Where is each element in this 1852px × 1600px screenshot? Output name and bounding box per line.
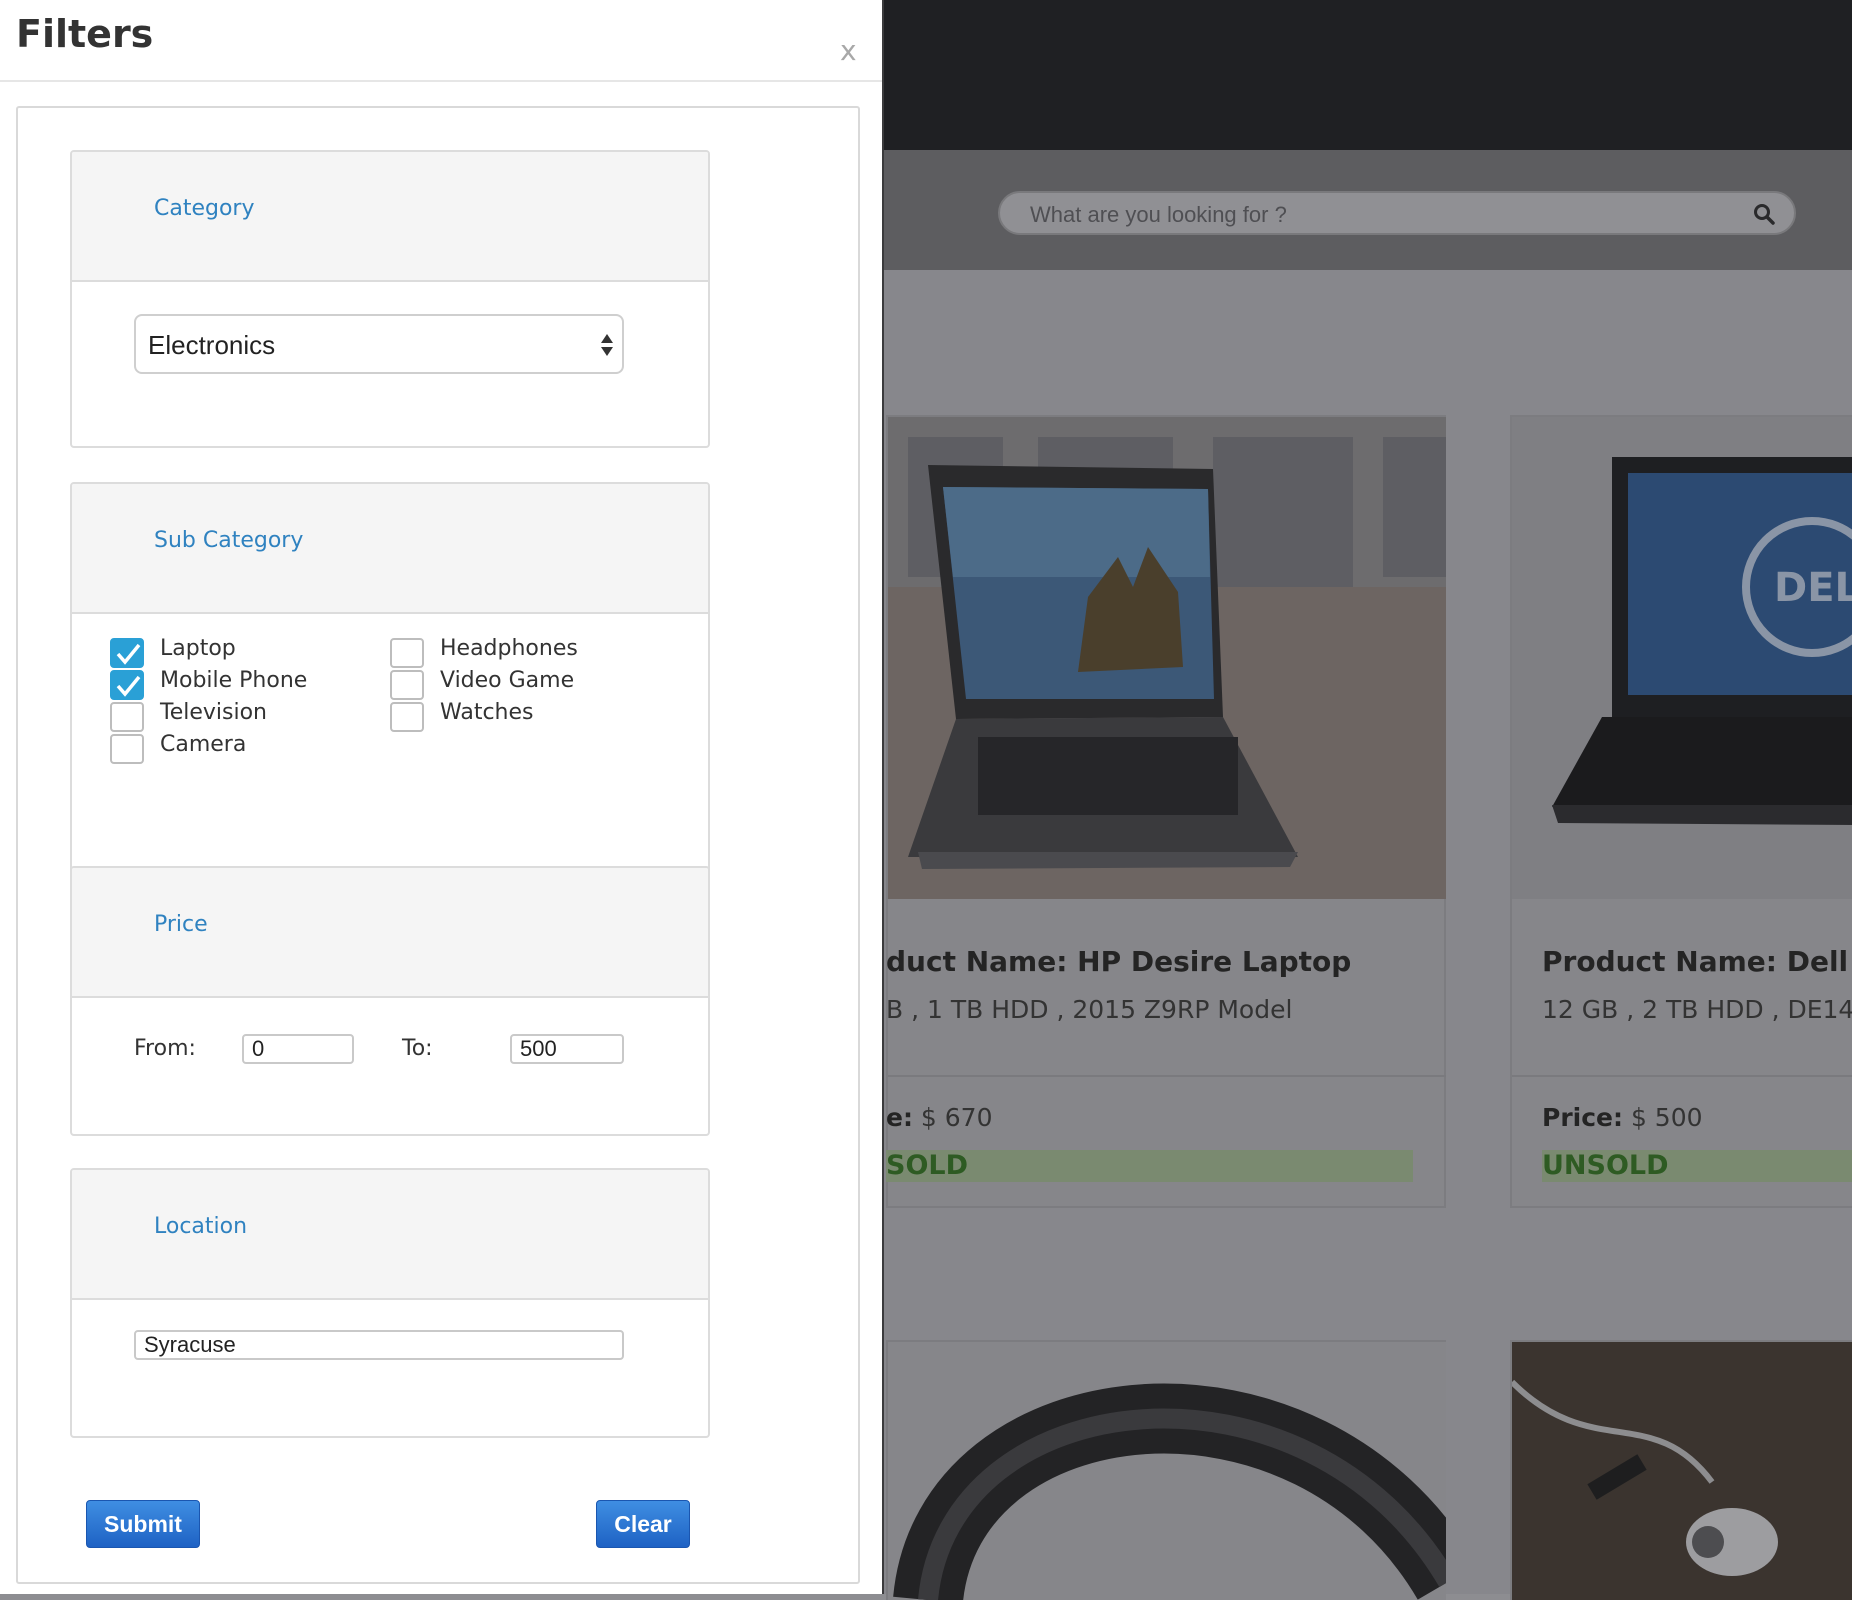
category-header: Category — [72, 152, 708, 282]
price-from-label: From: — [134, 1036, 196, 1061]
checkbox-box[interactable] — [390, 702, 424, 732]
updown-arrows-icon — [601, 334, 613, 356]
card-divider — [1512, 1075, 1852, 1077]
sub-category-title: Sub Category — [154, 528, 304, 553]
checkbox-label: Laptop — [160, 636, 236, 661]
checkbox-label: Camera — [160, 732, 247, 757]
submit-button[interactable]: Submit — [86, 1500, 200, 1548]
price-title: Price — [154, 912, 208, 937]
product-description: 12 GB , 2 TB HDD , DE14 M — [1542, 995, 1852, 1024]
product-title: Product Name: Dell Slip — [1542, 945, 1852, 978]
price-to-label: To: — [402, 1036, 433, 1061]
price-value: $ 500 — [1630, 1103, 1703, 1132]
checkbox-box[interactable] — [110, 734, 144, 764]
card-divider — [888, 1075, 1446, 1077]
price-value: $ 670 — [920, 1103, 993, 1132]
search-icon[interactable] — [1752, 202, 1776, 226]
location-title: Location — [154, 1214, 248, 1239]
product-card[interactable] — [1510, 1340, 1852, 1600]
checkbox-label: Television — [160, 700, 267, 725]
filters-panel: Filters x Category Electronics Sub Categ… — [0, 0, 884, 1594]
panel-title: Filters — [16, 12, 154, 56]
location-section: Location — [70, 1168, 710, 1438]
product-price: e: $ 670 — [886, 1103, 992, 1132]
price-to-input[interactable] — [510, 1034, 624, 1064]
status-badge: UNSOLD — [1542, 1150, 1852, 1182]
checkbox-box[interactable] — [110, 638, 144, 668]
checkbox-label: Headphones — [440, 636, 578, 661]
search-input[interactable] — [1028, 199, 1732, 231]
search-box — [998, 191, 1796, 235]
checkbox-box[interactable] — [110, 670, 144, 700]
product-title: duct Name: HP Desire Laptop — [886, 945, 1352, 978]
product-image-headphones — [888, 1342, 1446, 1600]
category-select-value: Electronics — [148, 330, 276, 360]
checkbox-box[interactable] — [110, 702, 144, 732]
category-title: Category — [154, 196, 255, 221]
price-label: Price: — [1542, 1103, 1623, 1132]
category-section: Category Electronics — [70, 150, 710, 448]
checkmark-icon — [116, 675, 141, 697]
product-card[interactable]: duct Name: HP Desire Laptop B , 1 TB HDD… — [886, 415, 1446, 1208]
checkbox-box[interactable] — [390, 670, 424, 700]
product-image-laptop — [888, 417, 1446, 899]
svg-text:DELL: DELL — [1774, 565, 1852, 611]
category-select[interactable]: Electronics — [134, 314, 624, 374]
checkbox-label: Video Game — [440, 668, 575, 693]
product-price: Price: $ 500 — [1542, 1103, 1703, 1132]
price-from-input[interactable] — [242, 1034, 354, 1064]
price-header: Price — [72, 868, 708, 998]
product-image-laptop: DELL — [1512, 417, 1852, 899]
filters-form: Category Electronics Sub Category Laptop — [16, 106, 860, 1584]
product-card[interactable] — [886, 1340, 1446, 1600]
clear-button[interactable]: Clear — [596, 1500, 690, 1548]
location-header: Location — [72, 1170, 708, 1300]
price-label: e: — [886, 1103, 913, 1132]
close-button[interactable]: x — [840, 34, 857, 67]
product-description: B , 1 TB HDD , 2015 Z9RP Model — [886, 995, 1293, 1024]
sub-category-section: Sub Category Laptop Mobile Phone Televis… — [70, 482, 710, 874]
checkbox-box[interactable] — [390, 638, 424, 668]
checkmark-icon — [116, 643, 141, 665]
location-input[interactable] — [134, 1330, 624, 1360]
status-badge: SOLD — [886, 1150, 1413, 1182]
sub-category-header: Sub Category — [72, 484, 708, 614]
price-section: Price From: To: — [70, 866, 710, 1136]
checkbox-label: Mobile Phone — [160, 668, 308, 693]
product-card[interactable]: DELL Product Name: Dell Slip 12 GB , 2 T… — [1510, 415, 1852, 1208]
product-image-earphones — [1512, 1342, 1852, 1600]
checkbox-label: Watches — [440, 700, 534, 725]
header-divider — [0, 80, 882, 82]
